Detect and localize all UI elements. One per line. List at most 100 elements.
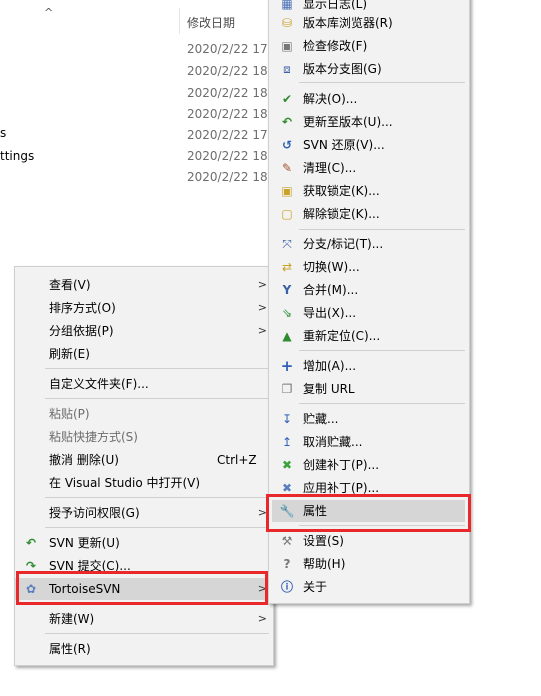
svn-commit-icon: ↷ xyxy=(25,559,37,573)
svn-item-cleanup[interactable]: ✎ 清理(C)... xyxy=(269,157,469,179)
menu-item-label: 创建补丁(P)... xyxy=(303,458,380,472)
menu-item-sort-by[interactable]: 排序方式(O) > xyxy=(15,297,273,319)
menu-item-label: SVN 更新(U) xyxy=(49,536,120,550)
menu-item-view[interactable]: 查看(V) > xyxy=(15,274,273,296)
menu-item-label: 取消贮藏... xyxy=(303,435,363,449)
column-header-modified-date[interactable]: 修改日期 xyxy=(187,14,235,31)
column-separator[interactable] xyxy=(179,8,180,34)
svn-item-update-to-revision[interactable]: ↶ 更新至版本(U)... xyxy=(269,111,469,133)
menu-item-label: 属性 xyxy=(303,504,328,518)
menu-item-svn-update[interactable]: ↶ SVN 更新(U) xyxy=(15,532,273,554)
menu-item-label: 清理(C)... xyxy=(303,161,357,175)
update-to-revision-icon: ↶ xyxy=(281,115,293,129)
svn-item-repo-browser[interactable]: ⛁ 版本库浏览器(R) xyxy=(269,12,469,34)
file-name-fragment[interactable]: s xyxy=(0,126,6,140)
menu-item-paste[interactable]: 粘贴(P) xyxy=(15,403,273,425)
menu-item-label: 合并(M)... xyxy=(303,283,359,297)
menu-item-undo-delete[interactable]: 撤消 删除(U) Ctrl+Z xyxy=(15,449,273,471)
menu-separator xyxy=(299,350,465,351)
svn-item-settings[interactable]: ⚒ 设置(S) xyxy=(269,530,469,552)
svn-item-add[interactable]: + 增加(A)... xyxy=(269,355,469,377)
file-date: 2020/2/22 18: xyxy=(187,64,272,78)
menu-item-label: 帮助(H) xyxy=(303,557,346,571)
menu-item-label: 获取锁定(K)... xyxy=(303,184,380,198)
file-date: 2020/2/22 18: xyxy=(187,170,272,184)
svn-item-branch-tag[interactable]: ⤧ 分支/标记(T)... xyxy=(269,233,469,255)
svn-item-help[interactable]: ? 帮助(H) xyxy=(269,553,469,575)
menu-item-label: 在 Visual Studio 中打开(V) xyxy=(49,476,201,490)
menu-item-label: 检查修改(F) xyxy=(303,39,368,53)
menu-item-label: 刷新(E) xyxy=(49,347,90,361)
svn-item-resolve[interactable]: ✔ 解决(O)... xyxy=(269,88,469,110)
svn-item-shelve[interactable]: ↧ 贮藏... xyxy=(269,408,469,430)
menu-separator xyxy=(45,497,269,498)
menu-item-new[interactable]: 新建(W) > xyxy=(15,608,273,630)
branch-icon: ⤧ xyxy=(282,237,292,251)
svn-item-check-modifications[interactable]: ▣ 检查修改(F) xyxy=(269,35,469,57)
svn-item-apply-patch[interactable]: ✖ 应用补丁(P)... xyxy=(269,477,469,499)
revision-graph-icon: ⧈ xyxy=(283,62,291,76)
menu-item-label: 切换(W)... xyxy=(303,260,360,274)
menu-item-tortoisesvn[interactable]: ✿ TortoiseSVN > xyxy=(15,578,273,600)
menu-item-label: SVN 提交(C)... xyxy=(49,559,131,573)
wrench-icon: 🔧 xyxy=(279,504,295,518)
menu-item-label: 更新至版本(U)... xyxy=(303,115,393,129)
menu-item-label: 授予访问权限(G) xyxy=(49,506,140,520)
svn-item-create-patch[interactable]: ✖ 创建补丁(P)... xyxy=(269,454,469,476)
file-name-fragment[interactable]: ttings xyxy=(0,149,34,163)
svn-item-copy-url[interactable]: ❐ 复制 URL xyxy=(269,378,469,400)
svn-item-unshelve[interactable]: ↥ 取消贮藏... xyxy=(269,431,469,453)
chevron-right-icon: > xyxy=(257,506,267,519)
settings-icon: ⚒ xyxy=(281,534,293,548)
help-icon: ? xyxy=(283,557,291,571)
svn-item-switch[interactable]: ⇄ 切换(W)... xyxy=(269,256,469,278)
menu-item-label: 版本分支图(G) xyxy=(303,62,382,76)
menu-separator xyxy=(299,525,465,526)
svn-item-get-lock[interactable]: ▣ 获取锁定(K)... xyxy=(269,180,469,202)
svn-item-relocate[interactable]: ▲ 重新定位(C)... xyxy=(269,325,469,347)
menu-item-label: 复制 URL xyxy=(303,382,355,396)
svn-update-icon: ↶ xyxy=(25,536,37,550)
chevron-right-icon: > xyxy=(257,582,267,595)
svn-item-merge[interactable]: Y 合并(M)... xyxy=(269,279,469,301)
svn-item-properties[interactable]: 🔧 属性 xyxy=(272,500,465,522)
svn-item-revert[interactable]: ↺ SVN 还原(V)... xyxy=(269,134,469,156)
menu-item-properties[interactable]: 属性(R) xyxy=(15,638,273,660)
file-date: 2020/2/22 18: xyxy=(187,107,272,121)
menu-item-group-by[interactable]: 分组依据(P) > xyxy=(15,320,273,342)
svn-item-export[interactable]: ⇘ 导出(X)... xyxy=(269,302,469,324)
menu-item-customize-folder[interactable]: 自定义文件夹(F)... xyxy=(15,373,273,395)
tortoisesvn-icon: ✿ xyxy=(25,582,37,596)
menu-item-label: 关于 xyxy=(303,580,328,594)
menu-item-label: TortoiseSVN xyxy=(49,582,121,596)
menu-item-paste-shortcut[interactable]: 粘贴快捷方式(S) xyxy=(15,426,273,448)
menu-item-label: 分支/标记(T)... xyxy=(303,237,384,251)
svn-item-about[interactable]: ⓘ 关于 xyxy=(269,576,469,598)
merge-icon: Y xyxy=(282,283,292,297)
repo-browser-icon: ⛁ xyxy=(281,16,293,30)
menu-item-label: 排序方式(O) xyxy=(49,301,116,315)
chevron-right-icon: > xyxy=(257,301,267,314)
menu-separator xyxy=(45,398,269,399)
switch-icon: ⇄ xyxy=(281,260,293,274)
menu-item-label: 应用补丁(P)... xyxy=(303,481,380,495)
menu-item-label: 分组依据(P) xyxy=(49,324,114,338)
menu-separator xyxy=(45,633,269,634)
svn-item-release-lock[interactable]: ▢ 解除锁定(K)... xyxy=(269,203,469,225)
menu-item-give-access[interactable]: 授予访问权限(G) > xyxy=(15,502,273,524)
menu-item-label: 重新定位(C)... xyxy=(303,329,381,343)
menu-item-svn-commit[interactable]: ↷ SVN 提交(C)... xyxy=(15,555,273,577)
log-icon: ▦ xyxy=(281,0,293,11)
relocate-icon: ▲ xyxy=(282,329,292,343)
menu-item-label: 增加(A)... xyxy=(303,359,357,373)
menu-item-label: 粘贴快捷方式(S) xyxy=(49,430,138,444)
menu-item-refresh[interactable]: 刷新(E) xyxy=(15,343,273,365)
menu-item-label: 自定义文件夹(F)... xyxy=(49,377,149,391)
shelve-icon: ↧ xyxy=(281,412,293,426)
tortoisesvn-submenu: ▦ 显示日志(L) ⛁ 版本库浏览器(R) ▣ 检查修改(F) ⧈ 版本分支图(… xyxy=(268,0,470,604)
svn-item-revision-graph[interactable]: ⧈ 版本分支图(G) xyxy=(269,58,469,80)
sort-ascending-icon[interactable]: ^ xyxy=(44,6,53,19)
menu-item-label: 解除锁定(K)... xyxy=(303,207,380,221)
file-date: 2020/2/22 17: xyxy=(187,42,272,56)
menu-item-open-in-visual-studio[interactable]: 在 Visual Studio 中打开(V) xyxy=(15,472,273,494)
